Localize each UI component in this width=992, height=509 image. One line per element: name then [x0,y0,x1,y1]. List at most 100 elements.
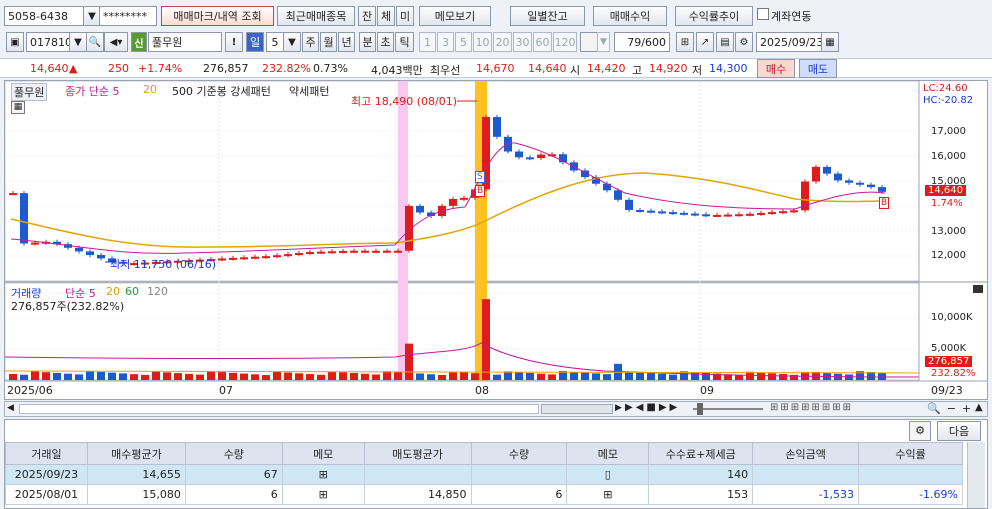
scroll-left-icon[interactable]: ◀ [7,403,14,413]
table-row[interactable]: 2025/08/01 15,080 6 ⊞ 14,850 6 ⊞ 153 -1,… [5,484,963,505]
buy-button[interactable]: 매수 [757,59,795,78]
chart-panel[interactable]: 풀무원 종가 단순 5 20 500 기준봉 강세패턴 약세패턴 ▦ 최고 18… [4,80,988,400]
candle [9,193,17,196]
recent-items-button[interactable]: 최근매매종목 [277,6,355,26]
period-second-tab[interactable]: 초 [377,32,394,52]
trade-profit-button[interactable]: 매매수익 [593,6,667,26]
date-field[interactable]: 2025/09/23 [756,32,823,52]
grid-table-icon[interactable]: ▦ [11,101,25,114]
account-toolbar: 5058-6438 ▼ ******** 매매마크/내역 조회 최근매매종목 잔… [0,5,992,27]
header-buy-memo: 메모 [281,442,365,465]
sell-mark[interactable]: S [475,171,485,183]
header-return: 수익률 [858,442,963,465]
gear-icon[interactable]: ⚙ [735,32,753,52]
header-sell-memo: 메모 [566,442,650,465]
volume-bar [647,373,655,380]
account-link-checkbox[interactable] [757,8,769,20]
scroll-right-icon[interactable]: ▶ [615,403,622,413]
candle [295,253,303,256]
high-annotation: 최고 18,490 (08/01) [351,95,458,108]
buy-mark-sep[interactable]: B [879,197,890,209]
balance-button[interactable]: 잔 [358,6,376,26]
candle [603,183,611,191]
zoom-controls-icon[interactable]: 🔍−+ [927,402,977,415]
current-price-label: 14,640 [925,185,966,196]
playback-controls-icon[interactable]: ▶◀■▶▶ [625,402,680,413]
volume-bar [427,374,435,380]
stock-code-field[interactable]: 017810 [26,32,72,52]
calendar-icon[interactable]: ▦ [821,32,839,52]
bar-count-field[interactable]: 79/600 [614,32,670,52]
code-dropdown-icon[interactable]: ▼ [69,32,87,52]
account-number-field[interactable]: 5058-6438 [4,6,84,26]
volume-bar [768,373,776,380]
period-year-tab[interactable]: 년 [338,32,355,52]
volume-bar [691,372,699,380]
unfilled-button[interactable]: 미 [396,6,414,26]
period-tick-tab[interactable]: 틱 [395,32,414,52]
lc-label: LC:24.60 [923,83,968,94]
alert-icon[interactable]: ! [225,32,243,52]
chart-settings-icon[interactable]: ▣ [6,32,24,52]
chart-scroll-bar[interactable]: ◀ ▶ ▶◀■▶▶ ⊞⊞⊞⊞⊞⊞⊞⊞ 🔍−+ ▲ [4,401,988,417]
interval-20[interactable]: 20 [493,32,512,52]
search-icon[interactable]: 🔍 [86,32,104,52]
interval-30[interactable]: 30 [513,32,532,52]
sell-button[interactable]: 매도 [799,59,837,78]
memo-icon[interactable]: ⊞ [566,484,650,505]
zoom-slider[interactable] [693,408,763,410]
period-number-field[interactable]: 5 [266,32,284,52]
period-month-tab[interactable]: 월 [320,32,337,52]
trade-mark-query-button[interactable]: 매매마크/내역 조회 [161,6,274,26]
candle [86,251,94,255]
table-settings-icon[interactable]: ⚙ [909,421,931,441]
period-day-tab[interactable]: 일 [246,32,264,52]
memo-icon[interactable]: ▯ [566,464,650,485]
candle [240,257,248,260]
volume-bar [658,373,666,380]
scroll-up-icon[interactable]: ▲ [975,402,983,413]
profit-trend-button[interactable]: 수익률추이 [675,6,753,26]
audio-icon[interactable]: ◀▾ [104,32,128,52]
daily-balance-button[interactable]: 일별잔고 [510,6,585,26]
cell-buy-qty: 6 [184,484,283,505]
candle [339,250,347,253]
volume-bar [119,373,127,380]
interval-120[interactable]: 120 [553,32,577,52]
overlay-icon[interactable]: ⊞ [676,32,694,52]
interval-3[interactable]: 3 [437,32,454,52]
stock-name-field[interactable]: 풀무원 [148,32,222,52]
candle [790,210,798,213]
custom-interval-dropdown-icon[interactable]: ▼ [597,32,610,52]
password-field[interactable]: ******** [99,6,157,26]
memo-icon[interactable]: ⊞ [281,464,365,485]
executed-button[interactable]: 체 [377,6,395,26]
volume-bar [779,374,787,380]
volume-bar [581,372,589,380]
symbol-toolbar: ▣ 017810 ▼ 🔍 ◀▾ 신 풀무원 ! 일 5 ▼ 주 월 년 분 초 … [0,31,992,53]
table-row[interactable]: 2025/09/23 14,655 67 ⊞ ▯ 140 [5,464,963,485]
interval-10[interactable]: 10 [473,32,492,52]
scroll-thumb[interactable] [541,404,613,414]
interval-1[interactable]: 1 [419,32,436,52]
save-icon[interactable]: ▤ [716,32,734,52]
compare-icon[interactable]: ↗ [696,32,714,52]
candle [361,250,369,253]
period-minute-tab[interactable]: 분 [359,32,376,52]
period-week-tab[interactable]: 주 [302,32,319,52]
zoom-slider-handle[interactable] [697,403,703,415]
table-scrollbar[interactable] [967,442,985,508]
buy-mark-aug[interactable]: B [475,185,486,197]
volume-tick-10000k: 10,000K [931,312,973,323]
stock-chart[interactable] [5,81,987,399]
memo-view-button[interactable]: 메모보기 [419,6,491,26]
next-button[interactable]: 다음 [937,421,981,441]
volume-bar [493,374,501,380]
drawing-tools-icon[interactable]: ⊞⊞⊞⊞⊞⊞⊞⊞ [770,402,853,413]
memo-icon[interactable]: ⊞ [281,484,365,505]
scroll-track[interactable] [19,404,539,414]
interval-5[interactable]: 5 [455,32,472,52]
interval-60[interactable]: 60 [533,32,552,52]
volume-panel-toggle[interactable] [973,285,983,293]
period-dropdown-icon[interactable]: ▼ [283,32,301,52]
